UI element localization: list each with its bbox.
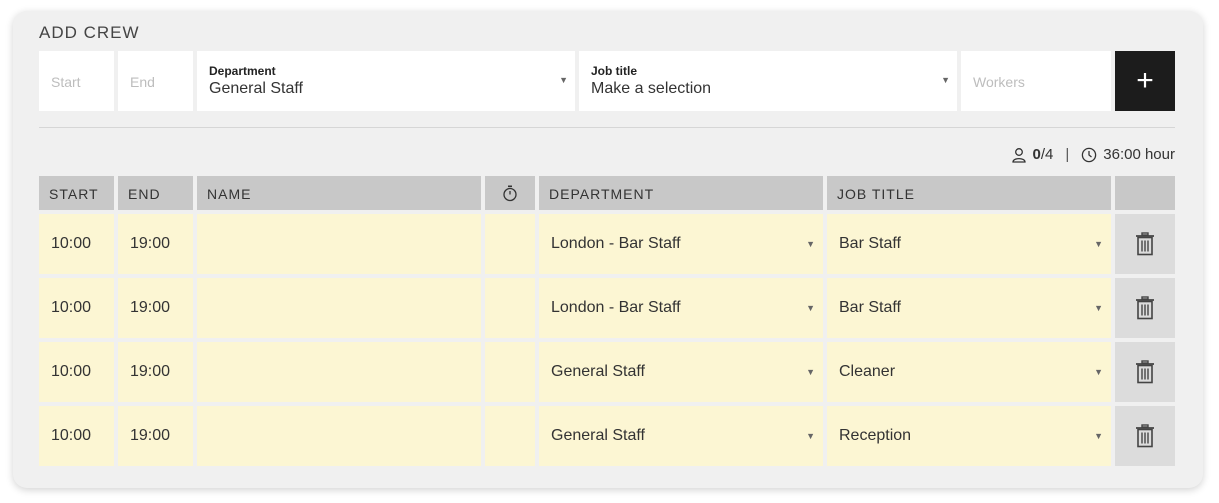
workers-placeholder: Workers	[973, 74, 1025, 90]
assigned-count: 0	[1032, 146, 1041, 163]
trash-icon	[1136, 296, 1154, 320]
start-placeholder: Start	[51, 74, 81, 90]
panel-title: ADD CREW	[39, 23, 140, 42]
row-department-select[interactable]: General Staff ▼	[539, 406, 823, 466]
row-timer-cell	[485, 278, 535, 338]
chevron-down-icon: ▼	[1094, 239, 1103, 249]
chevron-down-icon: ▼	[1094, 431, 1103, 441]
row-end-cell[interactable]: 19:00	[118, 278, 193, 338]
column-header-timer[interactable]	[485, 176, 535, 210]
delete-row-button[interactable]	[1115, 278, 1175, 338]
row-job-title-select[interactable]: Bar Staff ▼	[827, 214, 1111, 274]
row-start-cell[interactable]: 10:00	[39, 278, 114, 338]
row-name-cell[interactable]	[197, 214, 481, 274]
clock-icon	[1082, 147, 1097, 162]
row-end-cell[interactable]: 19:00	[118, 406, 193, 466]
row-department-select[interactable]: London - Bar Staff ▼	[539, 214, 823, 274]
total-count: /4	[1040, 146, 1054, 163]
row-job-title-select[interactable]: Bar Staff ▼	[827, 278, 1111, 338]
row-start-cell[interactable]: 10:00	[39, 214, 114, 274]
plus-icon: +	[1136, 64, 1154, 97]
job-title-select[interactable]: Job title Make a selection ▼	[579, 51, 957, 111]
chevron-down-icon: ▼	[941, 75, 950, 85]
add-crew-button[interactable]: +	[1115, 51, 1175, 111]
total-hours: 36:00 hour	[1103, 146, 1175, 163]
department-value: General Staff	[209, 80, 303, 97]
column-header-name[interactable]: NAME	[197, 176, 481, 210]
column-header-actions	[1115, 176, 1175, 210]
job-title-label: Job title	[591, 64, 638, 78]
end-placeholder: End	[130, 74, 155, 90]
row-name-cell[interactable]	[197, 278, 481, 338]
row-timer-cell	[485, 214, 535, 274]
chevron-down-icon: ▼	[1094, 303, 1103, 313]
trash-icon	[1136, 360, 1154, 384]
delete-row-button[interactable]	[1115, 406, 1175, 466]
row-job-title-select[interactable]: Reception ▼	[827, 406, 1111, 466]
department-label: Department	[209, 64, 276, 78]
column-header-job-title[interactable]: JOB TITLE	[827, 176, 1111, 210]
chevron-down-icon: ▼	[806, 239, 815, 249]
divider	[39, 127, 1175, 128]
row-name-cell[interactable]	[197, 406, 481, 466]
column-header-department[interactable]: DEPARTMENT	[539, 176, 823, 210]
trash-icon	[1136, 232, 1154, 256]
workers-input[interactable]: Workers	[961, 51, 1111, 111]
person-icon	[1011, 147, 1026, 163]
delete-row-button[interactable]	[1115, 342, 1175, 402]
row-name-cell[interactable]	[197, 342, 481, 402]
column-header-start[interactable]: START	[39, 176, 114, 210]
row-timer-cell	[485, 406, 535, 466]
column-header-end[interactable]: END	[118, 176, 193, 210]
end-time-input[interactable]: End	[118, 51, 193, 111]
chevron-down-icon: ▼	[806, 367, 815, 377]
department-select[interactable]: Department General Staff ▼	[197, 51, 575, 111]
row-department-select[interactable]: General Staff ▼	[539, 342, 823, 402]
row-timer-cell	[485, 342, 535, 402]
chevron-down-icon: ▼	[806, 431, 815, 441]
row-end-cell[interactable]: 19:00	[118, 342, 193, 402]
crew-summary: 0/4 | 36:00 hour	[1011, 146, 1175, 163]
trash-icon	[1136, 424, 1154, 448]
chevron-down-icon: ▼	[559, 75, 568, 85]
row-end-cell[interactable]: 19:00	[118, 214, 193, 274]
row-start-cell[interactable]: 10:00	[39, 406, 114, 466]
summary-separator: |	[1065, 146, 1070, 163]
chevron-down-icon: ▼	[1094, 367, 1103, 377]
row-department-select[interactable]: London - Bar Staff ▼	[539, 278, 823, 338]
row-start-cell[interactable]: 10:00	[39, 342, 114, 402]
start-time-input[interactable]: Start	[39, 51, 114, 111]
row-job-title-select[interactable]: Cleaner ▼	[827, 342, 1111, 402]
job-title-value: Make a selection	[591, 80, 712, 97]
chevron-down-icon: ▼	[806, 303, 815, 313]
delete-row-button[interactable]	[1115, 214, 1175, 274]
stopwatch-icon	[503, 185, 517, 202]
